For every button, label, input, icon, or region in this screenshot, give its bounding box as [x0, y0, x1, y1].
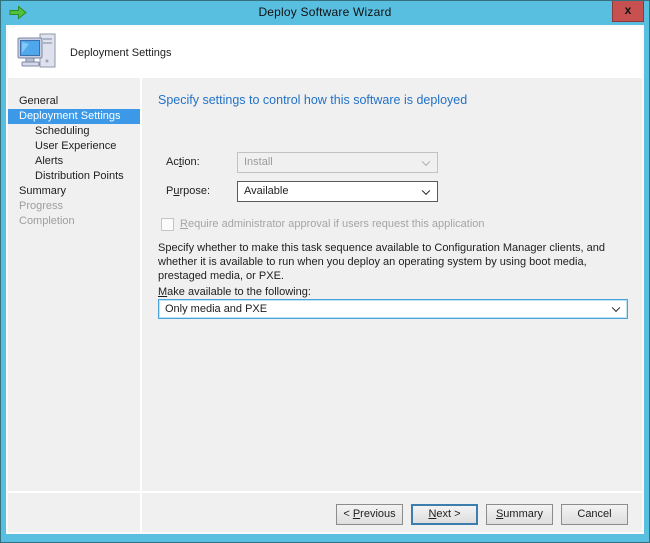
sidebar-item-general[interactable]: General: [8, 94, 140, 109]
computer-icon: [16, 31, 60, 80]
make-available-dropdown[interactable]: Only media and PXE: [158, 299, 628, 319]
wizard-frame: Deployment Settings GeneralDeployment Se…: [6, 25, 644, 534]
chevron-down-icon: [612, 304, 620, 312]
page-title: Deployment Settings: [70, 47, 172, 59]
description-text: Specify whether to make this task sequen…: [158, 241, 638, 283]
action-value: Install: [244, 156, 273, 168]
close-button[interactable]: x: [612, 1, 644, 22]
main-panel: Specify settings to control how this sof…: [142, 78, 642, 491]
sidebar: GeneralDeployment SettingsSchedulingUser…: [8, 78, 140, 491]
sidebar-item-scheduling[interactable]: Scheduling: [8, 124, 140, 139]
sidebar-item-distribution-points[interactable]: Distribution Points: [8, 169, 140, 184]
chevron-down-icon: [422, 186, 430, 194]
next-button[interactable]: Next >: [411, 504, 478, 525]
action-label: Action:: [166, 152, 200, 173]
sidebar-item-user-experience[interactable]: User Experience: [8, 139, 140, 154]
cancel-button[interactable]: Cancel: [561, 504, 628, 525]
window-title: Deploy Software Wizard: [1, 5, 649, 19]
sidebar-item-completion: Completion: [8, 214, 140, 229]
sidebar-item-progress: Progress: [8, 199, 140, 214]
purpose-dropdown[interactable]: Available: [237, 181, 438, 202]
wizard-header: Deployment Settings: [8, 27, 642, 78]
action-dropdown: Install: [237, 152, 438, 173]
make-available-value: Only media and PXE: [165, 303, 267, 315]
sidebar-item-deployment-settings[interactable]: Deployment Settings: [8, 109, 140, 124]
approval-checkbox: [161, 218, 174, 231]
button-bar: < Previous Next > Summary Cancel: [142, 493, 642, 532]
sidebar-item-alerts[interactable]: Alerts: [8, 154, 140, 169]
chevron-down-icon: [422, 157, 430, 165]
titlebar: Deploy Software Wizard x: [1, 1, 649, 25]
page-heading: Specify settings to control how this sof…: [158, 93, 467, 107]
sidebar-item-summary[interactable]: Summary: [8, 184, 140, 199]
previous-button[interactable]: < Previous: [336, 504, 403, 525]
approval-checkbox-label: Require administrator approval if users …: [180, 218, 485, 231]
summary-button[interactable]: Summary: [486, 504, 553, 525]
purpose-value: Available: [244, 185, 288, 197]
deploy-software-wizard-window: Deploy Software Wizard x Deployment Sett…: [0, 0, 650, 543]
purpose-label: Purpose:: [166, 181, 210, 202]
